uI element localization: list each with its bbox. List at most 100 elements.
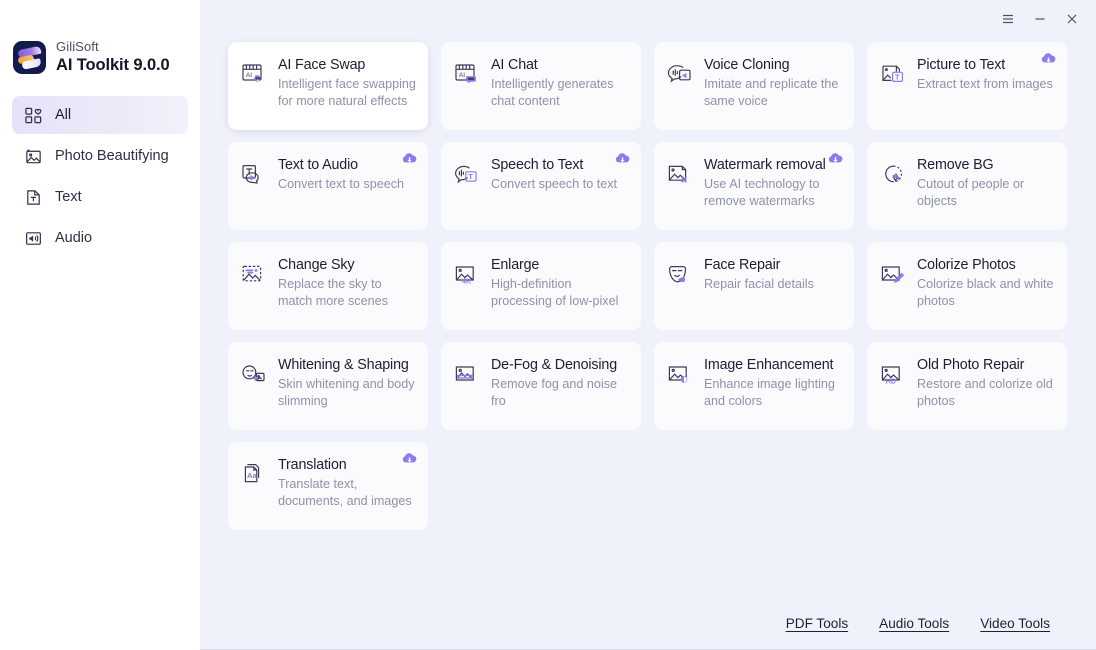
- tool-card-title: Remove BG: [917, 157, 994, 173]
- cloud-download-icon[interactable]: [1040, 50, 1057, 67]
- tool-card-desc: Restore and colorize old photos: [917, 376, 1053, 409]
- picture-to-text-icon: T: [878, 59, 908, 89]
- tool-card-title: Enlarge: [491, 257, 540, 273]
- svg-text:4K: 4K: [462, 276, 472, 285]
- brand-vendor: GiliSoft: [56, 39, 99, 54]
- change-sky-icon: [239, 259, 269, 289]
- tool-card-desc: Colorize black and white photos: [917, 276, 1054, 309]
- tool-card-desc: Intelligent face swapping for more natur…: [278, 76, 416, 109]
- titlebar: [200, 0, 1096, 38]
- tool-card-defog-denoising[interactable]: De-Fog & Denoising Remove fog and noise …: [441, 342, 641, 430]
- menu-button[interactable]: [993, 5, 1023, 33]
- tool-card-desc: Extract text from images: [917, 76, 1053, 91]
- tool-card-text-to-audio[interactable]: Text to Audio Convert text to speech: [228, 142, 428, 230]
- cloud-download-icon[interactable]: [401, 450, 418, 467]
- cloud-download-icon[interactable]: [827, 150, 844, 167]
- speaker-icon: [24, 229, 43, 248]
- tool-grid-wrapper: AI AI Face Swap Intelligent face swappin…: [200, 38, 1096, 530]
- tool-card-face-repair[interactable]: Face Repair Repair facial details: [654, 242, 854, 330]
- sidebar-item-photo-beautifying[interactable]: Photo Beautifying: [12, 137, 188, 175]
- audio-tools-link[interactable]: Audio Tools: [879, 616, 949, 631]
- voice-cloning-icon: [665, 59, 695, 89]
- tool-card-ai-chat[interactable]: AI AI Chat Intelligently generates chat …: [441, 42, 641, 130]
- enlarge-4k-icon: 4K: [452, 259, 482, 289]
- svg-text:AI: AI: [246, 72, 252, 79]
- pdf-tools-link[interactable]: PDF Tools: [786, 616, 848, 631]
- tool-card-title: De-Fog & Denoising: [491, 357, 618, 373]
- tool-card-title: Old Photo Repair: [917, 357, 1025, 373]
- text-to-audio-icon: [239, 159, 269, 189]
- tool-card-desc: Intelligently generates chat content: [491, 76, 614, 109]
- tool-card-voice-cloning[interactable]: Voice Cloning Imitate and replicate the …: [654, 42, 854, 130]
- tool-card-title: Whitening & Shaping: [278, 357, 409, 373]
- tool-card-image-enhancement[interactable]: Image Enhancement Enhance image lighting…: [654, 342, 854, 430]
- tool-card-translation[interactable]: Aa Translation Translate text, documents…: [228, 442, 428, 530]
- tool-card-desc: Cutout of people or objects: [917, 176, 1025, 209]
- whitening-shaping-icon: [239, 359, 269, 389]
- sidebar-item-label: Photo Beautifying: [55, 148, 169, 165]
- tool-card-whitening-shaping[interactable]: Whitening & Shaping Skin whitening and b…: [228, 342, 428, 430]
- colorize-photos-icon: [878, 259, 908, 289]
- sidebar-nav: All Photo Beautifying Text Audio: [0, 96, 200, 257]
- tool-card-title: Translation: [278, 457, 347, 473]
- sidebar-item-audio[interactable]: Audio: [12, 219, 188, 257]
- tool-card-title: Image Enhancement: [704, 357, 834, 373]
- image-enhancement-icon: [665, 359, 695, 389]
- tool-card-title: Text to Audio: [278, 157, 358, 173]
- tool-card-desc: Repair facial details: [704, 276, 814, 291]
- app-window: GiliSoft AI Toolkit 9.0.0 All Photo Beau…: [0, 0, 1096, 650]
- tool-card-desc: Enhance image lighting and colors: [704, 376, 835, 409]
- svg-text:Aa: Aa: [247, 471, 257, 480]
- tool-card-title: Colorize Photos: [917, 257, 1016, 273]
- tool-card-change-sky[interactable]: Change Sky Replace the sky to match more…: [228, 242, 428, 330]
- tool-card-enlarge[interactable]: 4K Enlarge High-definition processing of…: [441, 242, 641, 330]
- minimize-icon: [1035, 18, 1045, 20]
- tool-card-desc: Skin whitening and body slimming: [278, 376, 415, 409]
- tool-grid: AI AI Face Swap Intelligent face swappin…: [228, 42, 1076, 530]
- close-button[interactable]: [1057, 5, 1087, 33]
- grid-heart-icon: [24, 106, 43, 125]
- tool-card-desc: Convert speech to text: [491, 176, 618, 191]
- tool-card-ai-face-swap[interactable]: AI AI Face Swap Intelligent face swappin…: [228, 42, 428, 130]
- tool-card-title: Watermark removal: [704, 157, 826, 173]
- old-photo-repair-icon: HD: [878, 359, 908, 389]
- hamburger-icon: [1003, 14, 1013, 24]
- brand: GiliSoft AI Toolkit 9.0.0: [0, 0, 200, 74]
- tool-card-desc: Translate text, documents, and images: [278, 476, 412, 509]
- minimize-button[interactable]: [1025, 5, 1055, 33]
- text-document-icon: [24, 188, 43, 207]
- tool-card-title: Picture to Text: [917, 57, 1006, 73]
- ai-face-swap-icon: AI: [239, 59, 269, 89]
- speech-to-text-icon: T: [452, 159, 482, 189]
- tool-card-title: Face Repair: [704, 257, 781, 273]
- svg-text:T: T: [468, 172, 473, 181]
- tool-card-old-photo-repair[interactable]: HD Old Photo Repair Restore and colorize…: [867, 342, 1067, 430]
- remove-bg-icon: [878, 159, 908, 189]
- photo-sparkle-icon: [24, 147, 43, 166]
- cloud-download-icon[interactable]: [614, 150, 631, 167]
- tool-card-desc: Replace the sky to match more scenes: [278, 276, 388, 309]
- tool-card-desc: High-definition processing of low-pixel: [491, 276, 619, 309]
- tool-card-picture-to-text[interactable]: T Picture to Text Extract text from imag…: [867, 42, 1067, 130]
- svg-text:AI: AI: [459, 72, 465, 79]
- tool-card-colorize-photos[interactable]: Colorize Photos Colorize black and white…: [867, 242, 1067, 330]
- tool-card-title: Change Sky: [278, 257, 355, 273]
- watermark-removal-icon: [665, 159, 695, 189]
- main-content: AI AI Face Swap Intelligent face swappin…: [200, 0, 1096, 649]
- tool-card-desc: Use AI technology to remove watermarks: [704, 176, 820, 209]
- sidebar-item-text[interactable]: Text: [12, 178, 188, 216]
- cloud-download-icon[interactable]: [401, 150, 418, 167]
- tool-card-watermark-removal[interactable]: Watermark removal Use AI technology to r…: [654, 142, 854, 230]
- ai-chat-icon: AI: [452, 59, 482, 89]
- tool-card-title: Voice Cloning: [704, 57, 790, 73]
- tool-card-remove-bg[interactable]: Remove BG Cutout of people or objects: [867, 142, 1067, 230]
- defog-denoising-icon: [452, 359, 482, 389]
- close-icon: [1067, 14, 1077, 24]
- footer: PDF Tools Audio Tools Video Tools: [200, 597, 1096, 649]
- video-tools-link[interactable]: Video Tools: [980, 616, 1050, 631]
- gilisoft-logo-icon: [13, 40, 46, 74]
- svg-text:T: T: [895, 73, 900, 82]
- tool-card-speech-to-text[interactable]: T Speech to Text Convert speech to text: [441, 142, 641, 230]
- sidebar-item-all[interactable]: All: [12, 96, 188, 135]
- tool-card-title: Speech to Text: [491, 157, 584, 173]
